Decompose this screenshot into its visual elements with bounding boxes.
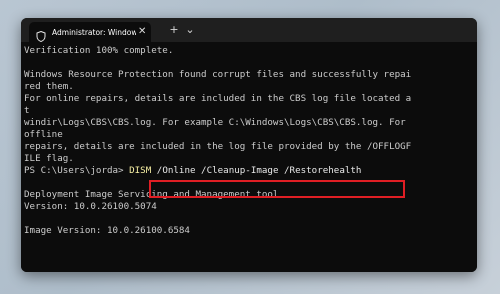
command-prompt-line: PS C:\Users\jorda> DISM /Online /Cleanup… xyxy=(24,165,361,177)
close-icon[interactable]: ✕ xyxy=(138,27,146,37)
command-arguments: /Online /Cleanup-Image /Restorehealth xyxy=(151,165,362,176)
terminal-output[interactable]: Verification 100% complete. Windows Reso… xyxy=(21,42,477,272)
title-bar: Administrator: Windows Pow ✕ + ⌄ xyxy=(21,18,477,42)
terminal-line: Verification 100% complete. xyxy=(24,45,174,56)
terminal-line: repairs, details are included in the log… xyxy=(24,141,412,152)
chevron-down-icon[interactable]: ⌄ xyxy=(183,23,197,37)
terminal-line: Windows Resource Protection found corrup… xyxy=(24,69,412,80)
terminal-line: Version: 10.0.26100.5074 xyxy=(24,201,157,212)
command-highlight-box xyxy=(149,180,405,198)
terminal-line: red them. xyxy=(24,81,74,92)
prompt-path: PS C:\Users\jorda> xyxy=(24,165,130,176)
terminal-line: For online repairs, details are included… xyxy=(24,93,412,104)
shield-icon xyxy=(36,27,46,42)
terminal-line: t xyxy=(24,105,30,116)
terminal-line: Image Version: 10.0.26100.6584 xyxy=(24,225,190,236)
command-name: DISM xyxy=(129,165,152,176)
tab-title: Administrator: Windows Pow xyxy=(52,27,136,37)
tab-administrator-powershell[interactable]: Administrator: Windows Pow ✕ xyxy=(29,22,151,42)
new-tab-button[interactable]: + xyxy=(167,23,181,37)
terminal-window: Administrator: Windows Pow ✕ + ⌄ Verific… xyxy=(21,18,477,272)
terminal-line: offline xyxy=(24,129,63,140)
terminal-line: ILE flag. xyxy=(24,153,74,164)
terminal-line: windir\Logs\CBS\CBS.log. For example C:\… xyxy=(24,117,406,128)
